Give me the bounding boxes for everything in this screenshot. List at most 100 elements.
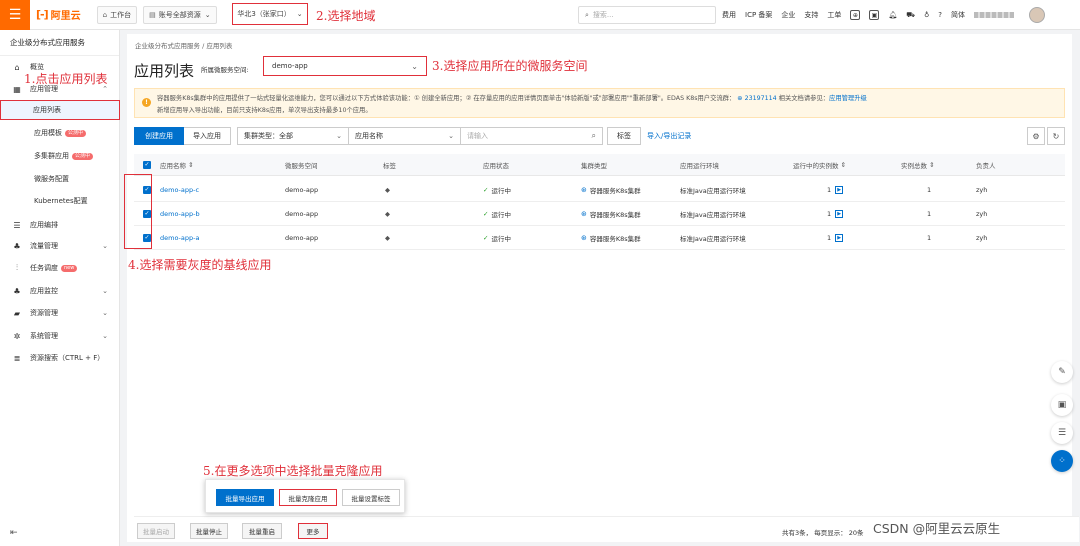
namespace-cell: demo-app	[285, 209, 319, 218]
cart-icon[interactable]: ⛟	[906, 11, 915, 20]
language-switch[interactable]: 简体	[951, 10, 965, 20]
search-field-select[interactable]: 应用名称 ⌄	[349, 127, 461, 145]
owner-cell: zyh	[976, 185, 988, 194]
bell-icon[interactable]: 🔔︎	[888, 11, 897, 19]
annotation-step-2: 2.选择地域	[316, 9, 376, 23]
tag-icon[interactable]: ◆	[385, 202, 390, 225]
play-icon[interactable]: ▶	[835, 233, 844, 242]
app-name-link[interactable]: demo-app-b	[160, 202, 200, 225]
runtime-cell: 标准Java应用运行环境	[680, 186, 746, 195]
header-total-instances[interactable]: 实例总数 ⇕	[901, 154, 935, 175]
sidebar-item-resource-search[interactable]: ≣ 资源搜索（CTRL + F）	[0, 348, 120, 368]
traffic-icon: ♣	[13, 241, 21, 251]
tag-icon[interactable]: ◆	[385, 226, 390, 249]
import-app-button[interactable]: 导入应用	[184, 127, 231, 145]
sidebar-item-scheduling[interactable]: ⫶ 任务调度 new	[0, 258, 120, 278]
refresh-icon[interactable]: ↻	[1047, 127, 1065, 145]
chat-icon[interactable]: ☰	[1051, 422, 1073, 444]
search-icon: ⌕	[585, 10, 589, 19]
sidebar-item-system[interactable]: ✲ 系统管理 ⌄	[0, 326, 120, 346]
app-name-link[interactable]: demo-app-c	[160, 178, 199, 201]
layers-icon: ☰	[13, 220, 21, 230]
play-icon[interactable]: ▶	[835, 209, 844, 218]
avatar[interactable]	[1028, 7, 1045, 23]
sidebar-item-app-list[interactable]: 应用列表	[0, 100, 120, 120]
image-icon[interactable]: ▣	[869, 10, 880, 20]
check-icon: ✓	[483, 233, 489, 242]
sidebar-item-app-template[interactable]: 应用模板 公测中	[0, 123, 120, 143]
camera-icon[interactable]: ▣	[1051, 394, 1073, 416]
help-icon[interactable]: ?	[938, 11, 942, 19]
app-name-link[interactable]: demo-app-a	[160, 226, 199, 249]
edit-icon[interactable]: ✎	[1051, 361, 1073, 383]
settings-icon[interactable]: ⚙	[1027, 127, 1045, 145]
sidebar-item-orchestration[interactable]: ☰ 应用编排	[0, 215, 120, 235]
lightbulb-icon[interactable]: ♁	[924, 11, 929, 19]
account-scope-select[interactable]: ▤ 账号全部资源 ⌄	[143, 5, 217, 24]
bulk-start-button[interactable]: 批量启动	[137, 523, 175, 539]
top-link-enterprise[interactable]: 企业	[781, 10, 795, 20]
cluster-cell: ⊛ 容器服务K8s集群	[581, 185, 641, 195]
top-link-support[interactable]: 支持	[804, 10, 818, 20]
grid-icon: ▦	[13, 84, 21, 94]
sidebar-title: 企业级分布式应用服务	[0, 30, 119, 56]
chevron-down-icon: ⌄	[296, 10, 303, 18]
bulk-tag-button[interactable]: 批量设置标签	[342, 489, 400, 506]
namespace-cell: demo-app	[285, 233, 319, 242]
select-all-checkbox[interactable]: ✓	[143, 154, 151, 175]
search-icon: ⌕	[591, 131, 596, 140]
bulk-export-button[interactable]: 批量导出应用	[216, 489, 274, 506]
more-button[interactable]: 更多	[298, 523, 328, 539]
collapse-sidebar-icon[interactable]: ⇤	[10, 528, 18, 538]
chevron-down-icon: ⌄	[204, 10, 211, 19]
header-cluster-type: 集群类型	[581, 161, 607, 170]
sort-icon: ⇕	[840, 160, 847, 169]
search-input[interactable]: 请输入 ⌕	[461, 127, 603, 145]
user-name-blurred[interactable]	[973, 12, 1014, 18]
tag-icon[interactable]: ◆	[385, 178, 390, 201]
namespace-select[interactable]: demo-app ⌄	[263, 56, 427, 76]
workbench-button[interactable]: ⌂ 工作台	[96, 5, 138, 24]
top-link-ticket[interactable]: 工单	[827, 10, 841, 20]
top-link-fee[interactable]: 费用	[722, 10, 736, 20]
aliyun-logo-icon: [-]	[36, 8, 49, 21]
namespace-label: 所属微服务空间:	[201, 66, 249, 74]
import-export-log-link[interactable]: 导入/导出记录	[647, 131, 691, 141]
region-select[interactable]: 华北3（张家口） ⌄	[232, 3, 308, 25]
logo[interactable]: [-] 阿里云	[36, 7, 81, 22]
pagination-info: 共有3条， 每页显示： 20条	[782, 529, 864, 537]
top-link-icp[interactable]: ICP 备案	[745, 10, 772, 20]
tool-icon[interactable]: ⊕	[850, 10, 861, 20]
header-running-instances[interactable]: 运行中的实例数 ⇕	[793, 154, 846, 175]
sidebar: 企业级分布式应用服务 ⌂ 概览 ▦ 应用管理 ⌃ 应用列表 应用模板 公测中 多集群应用…	[0, 30, 120, 546]
total-count-cell: 1	[927, 185, 932, 194]
cluster-icon: ⊛	[581, 233, 587, 242]
create-app-button[interactable]: 创建应用	[134, 127, 184, 145]
header-status: 应用状态	[483, 161, 509, 170]
bulk-restart-button[interactable]: 批量重启	[242, 523, 282, 539]
table-row[interactable]: ✓ demo-app-a demo-app ◆ ✓ 运行中 ⊛ 容器服务K8s集群 …	[134, 226, 1065, 250]
header-app-name[interactable]: 应用名称 ⇕	[160, 154, 194, 175]
hamburger-menu-icon[interactable]: ☰	[0, 0, 30, 30]
doc-link[interactable]: 应用管理升级	[829, 95, 867, 102]
play-icon[interactable]: ▶	[835, 185, 844, 194]
bulk-clone-button[interactable]: 批量克隆应用	[279, 489, 337, 506]
running-count-cell: 1 ▶	[827, 202, 844, 225]
sidebar-item-traffic[interactable]: ♣ 流量管理 ⌄	[0, 236, 120, 256]
sidebar-item-monitoring[interactable]: ♣ 应用监控 ⌄	[0, 281, 120, 301]
dingtalk-group-link[interactable]: ⊕ 23197114	[737, 95, 776, 102]
cluster-type-select[interactable]: 集群类型：全部 ⌄	[237, 127, 349, 145]
sidebar-item-k8s-config[interactable]: Kubernetes配置	[0, 191, 120, 211]
bulk-stop-button[interactable]: 批量停止	[190, 523, 228, 539]
sidebar-item-multi-cluster[interactable]: 多集群应用 公测中	[0, 146, 120, 166]
apps-icon[interactable]: ⁘	[1051, 450, 1073, 472]
sidebar-item-resources[interactable]: ▰ 资源管理 ⌄	[0, 303, 120, 323]
chevron-down-icon: ⌄	[336, 132, 342, 140]
global-search-input[interactable]: ⌕ 搜索...	[578, 6, 716, 24]
owner-cell: zyh	[976, 233, 988, 242]
table-row[interactable]: ✓ demo-app-b demo-app ◆ ✓ 运行中 ⊛ 容器服务K8s集群 …	[134, 202, 1065, 226]
tag-filter-button[interactable]: 标签	[607, 127, 641, 145]
sort-icon: ⇕	[188, 160, 194, 169]
sidebar-item-microservice-config[interactable]: 微服务配置	[0, 169, 120, 189]
table-row[interactable]: ✓ demo-app-c demo-app ◆ ✓ 运行中 ⊛ 容器服务K8s集群 …	[134, 178, 1065, 202]
